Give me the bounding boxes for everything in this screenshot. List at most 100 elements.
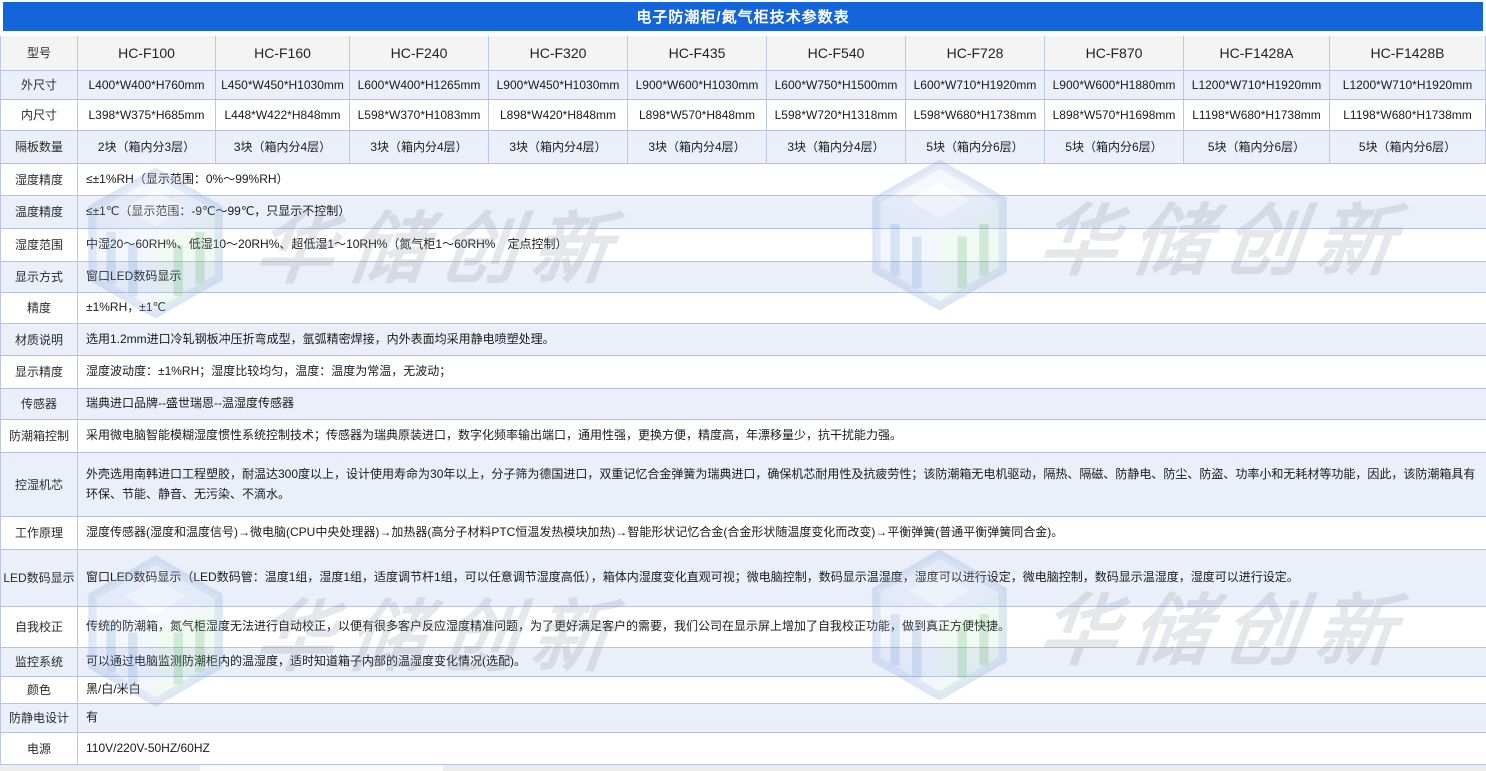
spec-cell: L600*W750*H1500mm [767, 71, 906, 99]
spec-cell: 3块（箱内分4层） [216, 131, 350, 163]
row-label-shelf-count: 隔板数量 [0, 131, 78, 163]
spec-cell: 3块（箱内分4层） [489, 131, 628, 163]
spec-sheet: 电子防潮柜/氮气柜技术参数表 型号 HC-F100 HC-F160 HC-F24… [0, 0, 1486, 771]
row-label-outer-size: 外尺寸 [0, 71, 78, 99]
spec-row-mechanism: 控湿机芯 外壳选用南韩进口工程塑胶，耐温达300度以上，设计使用寿命为30年以上… [0, 453, 1486, 517]
model-name: HC-F320 [489, 36, 628, 70]
spec-cell: L448*W422*H848mm [216, 100, 350, 130]
row-label-antistatic: 防静电设计 [0, 704, 78, 732]
spec-cell: L898*W570*H848mm [628, 100, 767, 130]
row-label-temp-accuracy: 温度精度 [0, 196, 78, 228]
spec-row-principle: 工作原理 湿度传感器(湿度和温度信号)→微电脑(CPU中央处理器)→加热器(高分… [0, 517, 1486, 550]
spec-cell: L1198*W680*H1738mm [1330, 100, 1486, 130]
spec-row-humidity-range: 湿度范围 中湿20～60RH%、低湿10～20RH%、超低湿1～10RH%（氮气… [0, 229, 1486, 262]
row-label-material: 材质说明 [0, 324, 78, 355]
spec-row-display-accuracy: 显示精度 湿度波动度：±1%RH；湿度比较均匀，温度：温度为常温，无波动； [0, 356, 1486, 389]
page-title: 电子防潮柜/氮气柜技术参数表 [636, 6, 849, 27]
spec-row-control: 防潮箱控制 采用微电脑智能模糊湿度惯性系统控制技术；传感器为瑞典原装进口，数字化… [0, 420, 1486, 453]
spec-value: ±1%RH，±1℃ [78, 293, 1486, 323]
row-label-power: 电源 [0, 733, 78, 764]
spec-row-self-calibration: 自我校正 传统的防潮箱，氮气柜湿度无法进行自动校正，以便有很多客户反应湿度精准问… [0, 607, 1486, 648]
spec-row-display-mode: 显示方式 窗口LED数码显示 [0, 262, 1486, 293]
row-label-humidity-range: 湿度范围 [0, 229, 78, 261]
spec-cell: L398*W375*H685mm [78, 100, 216, 130]
spec-cell: 5块（箱内分6层） [1045, 131, 1184, 163]
spec-cell: L900*W450*H1030mm [489, 71, 628, 99]
spec-cell: L900*W600*H1030mm [628, 71, 767, 99]
row-label-color: 颜色 [0, 677, 78, 703]
spec-value: ≤±1%RH（显示范围：0%～99%RH） [78, 164, 1486, 195]
row-label-monitoring: 监控系统 [0, 648, 78, 676]
page-title-bar: 电子防潮柜/氮气柜技术参数表 [3, 2, 1483, 31]
spec-cell: L900*W600*H1880mm [1045, 71, 1184, 99]
spec-value: 瑞典进口品牌--盛世瑞恩--温湿度传感器 [78, 389, 1486, 419]
model-name: HC-F1428A [1184, 36, 1330, 70]
row-label-inner-size: 内尺寸 [0, 100, 78, 130]
spec-cell: 3块（箱内分4层） [767, 131, 906, 163]
spec-value: 窗口LED数码显示（LED数码管：温度1组，湿度1组，适度调节杆1组，可以任意调… [78, 550, 1486, 606]
spec-cell: L600*W400*H1265mm [350, 71, 489, 99]
row-label-sensor: 传感器 [0, 389, 78, 419]
spec-row-monitoring: 监控系统 可以通过电脑监测防潮柜内的温湿度，适时知道箱子内部的温湿度变化情况(选… [0, 648, 1486, 677]
spec-value: ≤±1℃（显示范围：-9℃～99℃，只显示不控制） [78, 196, 1486, 228]
model-name: HC-F100 [78, 36, 216, 70]
spec-value: 有 [78, 704, 1486, 732]
row-label-mechanism: 控湿机芯 [0, 453, 78, 516]
row-label-control: 防潮箱控制 [0, 420, 78, 452]
spec-value: 传统的防潮箱，氮气柜湿度无法进行自动校正，以便有很多客户反应湿度精准问题，为了更… [78, 607, 1486, 647]
spec-cell: L1198*W680*H1738mm [1184, 100, 1330, 130]
spec-cell: L898*W420*H848mm [489, 100, 628, 130]
spec-cell: 5块（箱内分6层） [1184, 131, 1330, 163]
model-name: HC-F240 [350, 36, 489, 70]
model-name: HC-F870 [1045, 36, 1184, 70]
spec-row-temp-accuracy: 温度精度 ≤±1℃（显示范围：-9℃～99℃，只显示不控制） [0, 196, 1486, 229]
spec-value: 外壳选用南韩进口工程塑胶，耐温达300度以上，设计使用寿命为30年以上，分子筛为… [78, 453, 1486, 516]
spec-value: 110V/220V-50HZ/60HZ [78, 733, 1486, 764]
spec-value: 湿度波动度：±1%RH；湿度比较均匀，温度：温度为常温，无波动； [78, 356, 1486, 388]
spec-value: 中湿20～60RH%、低湿10～20RH%、超低湿1～10RH%（氮气柜1～60… [78, 229, 1486, 261]
model-header-row: 型号 HC-F100 HC-F160 HC-F240 HC-F320 HC-F4… [0, 36, 1486, 71]
spec-cell: 5块（箱内分6层） [906, 131, 1045, 163]
spec-cell: L450*W450*H1030mm [216, 71, 350, 99]
spec-row-antistatic: 防静电设计 有 [0, 704, 1486, 733]
row-label-self-calibration: 自我校正 [0, 607, 78, 647]
spec-row-accuracy: 精度 ±1%RH，±1℃ [0, 293, 1486, 324]
spec-cell: L598*W370*H1083mm [350, 100, 489, 130]
model-name: HC-F728 [906, 36, 1045, 70]
row-label-humidity-accuracy: 湿度精度 [0, 164, 78, 195]
model-name: HC-F160 [216, 36, 350, 70]
model-name: HC-F540 [767, 36, 906, 70]
spec-value: 窗口LED数码显示 [78, 262, 1486, 292]
row-label-led-display: LED数码显示 [0, 550, 78, 606]
spec-cell: L400*W400*H760mm [78, 71, 216, 99]
spec-cell: 3块（箱内分4层） [628, 131, 767, 163]
bottom-strip [0, 765, 1486, 771]
spec-cell: L600*W710*H1920mm [906, 71, 1045, 99]
row-label-display-accuracy: 显示精度 [0, 356, 78, 388]
spec-cell: 3块（箱内分4层） [350, 131, 489, 163]
row-label-accuracy: 精度 [0, 293, 78, 323]
spec-cell: L1200*W710*H1920mm [1184, 71, 1330, 99]
spec-cell: L1200*W710*H1920mm [1330, 71, 1486, 99]
spec-cell: L898*W570*H1698mm [1045, 100, 1184, 130]
spec-row-humidity-accuracy: 湿度精度 ≤±1%RH（显示范围：0%～99%RH） [0, 164, 1486, 196]
spec-row-power: 电源 110V/220V-50HZ/60HZ [0, 733, 1486, 765]
spec-row-outer-size: 外尺寸 L400*W400*H760mm L450*W450*H1030mm L… [0, 71, 1486, 100]
spec-row-led-display: LED数码显示 窗口LED数码显示（LED数码管：温度1组，湿度1组，适度调节杆… [0, 550, 1486, 607]
spec-row-inner-size: 内尺寸 L398*W375*H685mm L448*W422*H848mm L5… [0, 100, 1486, 131]
spec-row-sensor: 传感器 瑞典进口品牌--盛世瑞恩--温湿度传感器 [0, 389, 1486, 420]
row-label-model: 型号 [0, 36, 78, 70]
spec-cell: L598*W720*H1318mm [767, 100, 906, 130]
spec-value: 选用1.2mm进口冷轧钢板冲压折弯成型，氩弧精密焊接，内外表面均采用静电喷塑处理… [78, 324, 1486, 355]
spec-cell: 2块（箱内分3层） [78, 131, 216, 163]
model-name: HC-F435 [628, 36, 767, 70]
spec-row-shelf-count: 隔板数量 2块（箱内分3层） 3块（箱内分4层） 3块（箱内分4层） 3块（箱内… [0, 131, 1486, 164]
spec-value: 可以通过电脑监测防潮柜内的温湿度，适时知道箱子内部的温湿度变化情况(选配)。 [78, 648, 1486, 676]
spec-row-material: 材质说明 选用1.2mm进口冷轧钢板冲压折弯成型，氩弧精密焊接，内外表面均采用静… [0, 324, 1486, 356]
model-name: HC-F1428B [1330, 36, 1486, 70]
spec-cell: L598*W680*H1738mm [906, 100, 1045, 130]
spec-value: 湿度传感器(湿度和温度信号)→微电脑(CPU中央处理器)→加热器(高分子材料PT… [78, 517, 1486, 549]
spec-row-color: 颜色 黑/白/米白 [0, 677, 1486, 704]
spec-value: 采用微电脑智能模糊湿度惯性系统控制技术；传感器为瑞典原装进口，数字化频率输出端口… [78, 420, 1486, 452]
row-label-principle: 工作原理 [0, 517, 78, 549]
